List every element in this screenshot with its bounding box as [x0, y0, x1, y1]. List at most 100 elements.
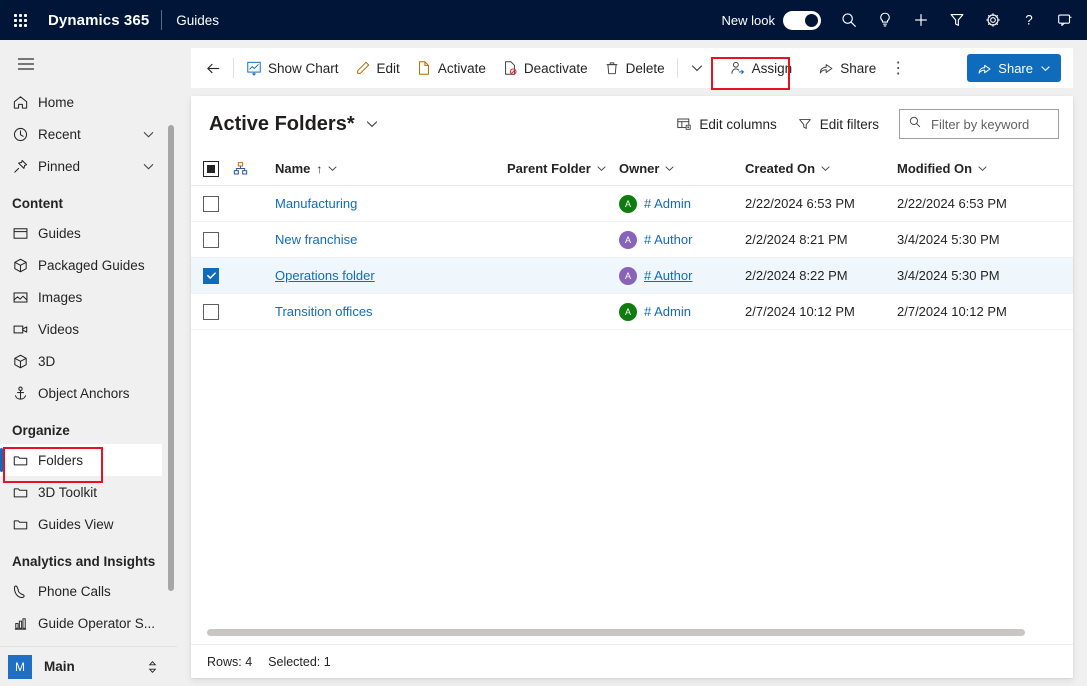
chevron-down-icon[interactable] — [664, 163, 675, 174]
hierarchy-column-header[interactable] — [233, 161, 275, 176]
sidebar-item-images[interactable]: Images — [0, 281, 177, 313]
column-header-modified-on[interactable]: Modified On — [897, 161, 1057, 176]
edit-columns-button[interactable]: Edit columns — [666, 109, 786, 139]
column-header-owner[interactable]: Owner — [619, 161, 745, 176]
sidebar-item-label: Packaged Guides — [38, 258, 145, 273]
column-header-inner[interactable]: Parent Folder — [507, 161, 619, 176]
row-name-link[interactable]: Transition offices — [275, 304, 373, 319]
cell-owner: A # Author — [619, 267, 745, 285]
edit-filters-button[interactable]: Edit filters — [787, 109, 889, 139]
table-row[interactable]: Transition offices A # Admin 2/7/2024 10… — [191, 294, 1073, 330]
chevron-down-icon[interactable] — [977, 163, 988, 174]
row-checkbox[interactable] — [203, 268, 219, 284]
sidebar-item-home[interactable]: Home — [0, 86, 177, 118]
app-name[interactable]: Guides — [162, 13, 229, 28]
app-launcher-icon[interactable] — [0, 0, 40, 40]
sidebar-item-videos[interactable]: Videos — [0, 313, 177, 345]
command-share[interactable]: Share — [810, 52, 884, 84]
chevron-down-icon[interactable] — [142, 160, 155, 173]
lightbulb-icon[interactable] — [867, 0, 903, 40]
command-show-chart[interactable]: Show Chart — [238, 52, 347, 84]
table-row[interactable]: Manufacturing A # Admin 2/22/2024 6:53 P… — [191, 186, 1073, 222]
home-icon — [12, 94, 38, 111]
help-icon[interactable]: ? — [1011, 0, 1047, 40]
column-header-name[interactable]: Name ↑ — [275, 161, 507, 176]
sidebar-item-packaged-guides[interactable]: Packaged Guides — [0, 249, 177, 281]
column-label: Parent Folder — [507, 161, 591, 176]
chevron-down-icon[interactable] — [142, 128, 155, 141]
command-edit[interactable]: Edit — [347, 52, 408, 84]
column-header-inner[interactable]: Name ↑ — [275, 161, 507, 176]
back-button[interactable] — [197, 52, 229, 84]
chevron-down-icon[interactable] — [1040, 63, 1051, 74]
area-initial: M — [8, 655, 32, 679]
command-overflow-chevron[interactable] — [682, 52, 712, 84]
table-row[interactable]: Operations folder A # Author 2/2/2024 8:… — [191, 258, 1073, 294]
share-primary-button[interactable]: Share — [967, 54, 1061, 82]
filter-by-keyword-box[interactable] — [899, 109, 1059, 139]
command-delete[interactable]: Delete — [596, 52, 673, 84]
row-checkbox[interactable] — [203, 196, 219, 212]
command-assign[interactable]: Assign — [722, 52, 801, 84]
brand-title[interactable]: Dynamics 365 — [40, 12, 161, 29]
scrollbar-thumb[interactable] — [207, 629, 1025, 636]
sidebar-item-3d-toolkit[interactable]: 3D Toolkit — [0, 476, 177, 508]
avatar: A — [619, 195, 637, 213]
column-header-parent-folder[interactable]: Parent Folder — [507, 161, 619, 176]
plus-icon[interactable] — [903, 0, 939, 40]
area-label: Main — [44, 659, 75, 674]
search-input[interactable] — [929, 116, 1055, 133]
more-commands-icon[interactable]: ⋮ — [884, 52, 912, 84]
chevron-down-icon[interactable] — [596, 163, 607, 174]
view-header: Active Folders* Edit columns — [191, 96, 1073, 152]
chevron-down-icon[interactable] — [327, 163, 338, 174]
command-deactivate[interactable]: Deactivate — [494, 52, 596, 84]
owner-link[interactable]: # Admin — [644, 304, 691, 319]
sidebar-scrollbar[interactable] — [168, 125, 174, 591]
owner-link[interactable]: # Author — [644, 268, 692, 283]
view-selector[interactable]: Active Folders* — [209, 113, 379, 136]
area-switcher[interactable]: M Main — [0, 646, 177, 686]
row-checkbox[interactable] — [203, 304, 219, 320]
owner-link[interactable]: # Admin — [644, 196, 691, 211]
owner-link[interactable]: # Author — [644, 232, 692, 247]
grid-horizontal-scrollbar[interactable] — [207, 629, 1057, 636]
new-look-toggle[interactable] — [783, 11, 821, 30]
sidebar-item-guides-view[interactable]: Guides View — [0, 508, 177, 540]
column-header-inner[interactable]: Modified On — [897, 161, 1057, 176]
sidebar-item-recent[interactable]: Recent — [0, 118, 177, 150]
column-header-inner[interactable]: Created On — [745, 161, 897, 176]
select-all-checkbox[interactable] — [203, 161, 219, 177]
cube-icon — [12, 353, 38, 370]
sidebar-item-pinned[interactable]: Pinned — [0, 150, 177, 182]
table-row[interactable]: New franchise A # Author 2/2/2024 8:21 P… — [191, 222, 1073, 258]
sidebar-item-3d[interactable]: 3D — [0, 345, 177, 377]
chevron-down-icon[interactable] — [365, 117, 379, 131]
hamburger-menu-icon[interactable] — [6, 45, 46, 83]
column-header-inner[interactable]: Owner — [619, 161, 675, 176]
search-icon[interactable] — [831, 0, 867, 40]
cell-owner: A # Admin — [619, 195, 745, 213]
feedback-icon[interactable] — [1047, 0, 1083, 40]
column-header-created-on[interactable]: Created On — [745, 161, 897, 176]
sidebar-item-folders[interactable]: Folders — [0, 444, 162, 476]
row-name-link[interactable]: Operations folder — [275, 268, 375, 283]
sort-ascending-icon: ↑ — [316, 162, 322, 176]
command-activate[interactable]: Activate — [408, 52, 494, 84]
sidebar-item-object-anchors[interactable]: Object Anchors — [0, 377, 177, 409]
gear-icon[interactable] — [975, 0, 1011, 40]
assign-person-icon — [730, 60, 746, 76]
filter-icon[interactable] — [939, 0, 975, 40]
sidebar-item-guides[interactable]: Guides — [0, 217, 177, 249]
grid-header-row: Name ↑ Parent Folder — [191, 152, 1073, 186]
cell-created-on: 2/2/2024 8:21 PM — [745, 232, 897, 247]
row-checkbox[interactable] — [203, 232, 219, 248]
sidebar-item-phone-calls[interactable]: Phone Calls — [0, 575, 177, 607]
row-name-link[interactable]: New franchise — [275, 232, 357, 247]
sidebar-item-label: Guides — [38, 226, 81, 241]
up-down-icon[interactable] — [146, 659, 159, 675]
sidebar-item-guide-operator-summary[interactable]: Guide Operator S... — [0, 607, 177, 639]
chevron-down-icon[interactable] — [820, 163, 831, 174]
row-name-link[interactable]: Manufacturing — [275, 196, 357, 211]
share-icon — [977, 61, 992, 76]
